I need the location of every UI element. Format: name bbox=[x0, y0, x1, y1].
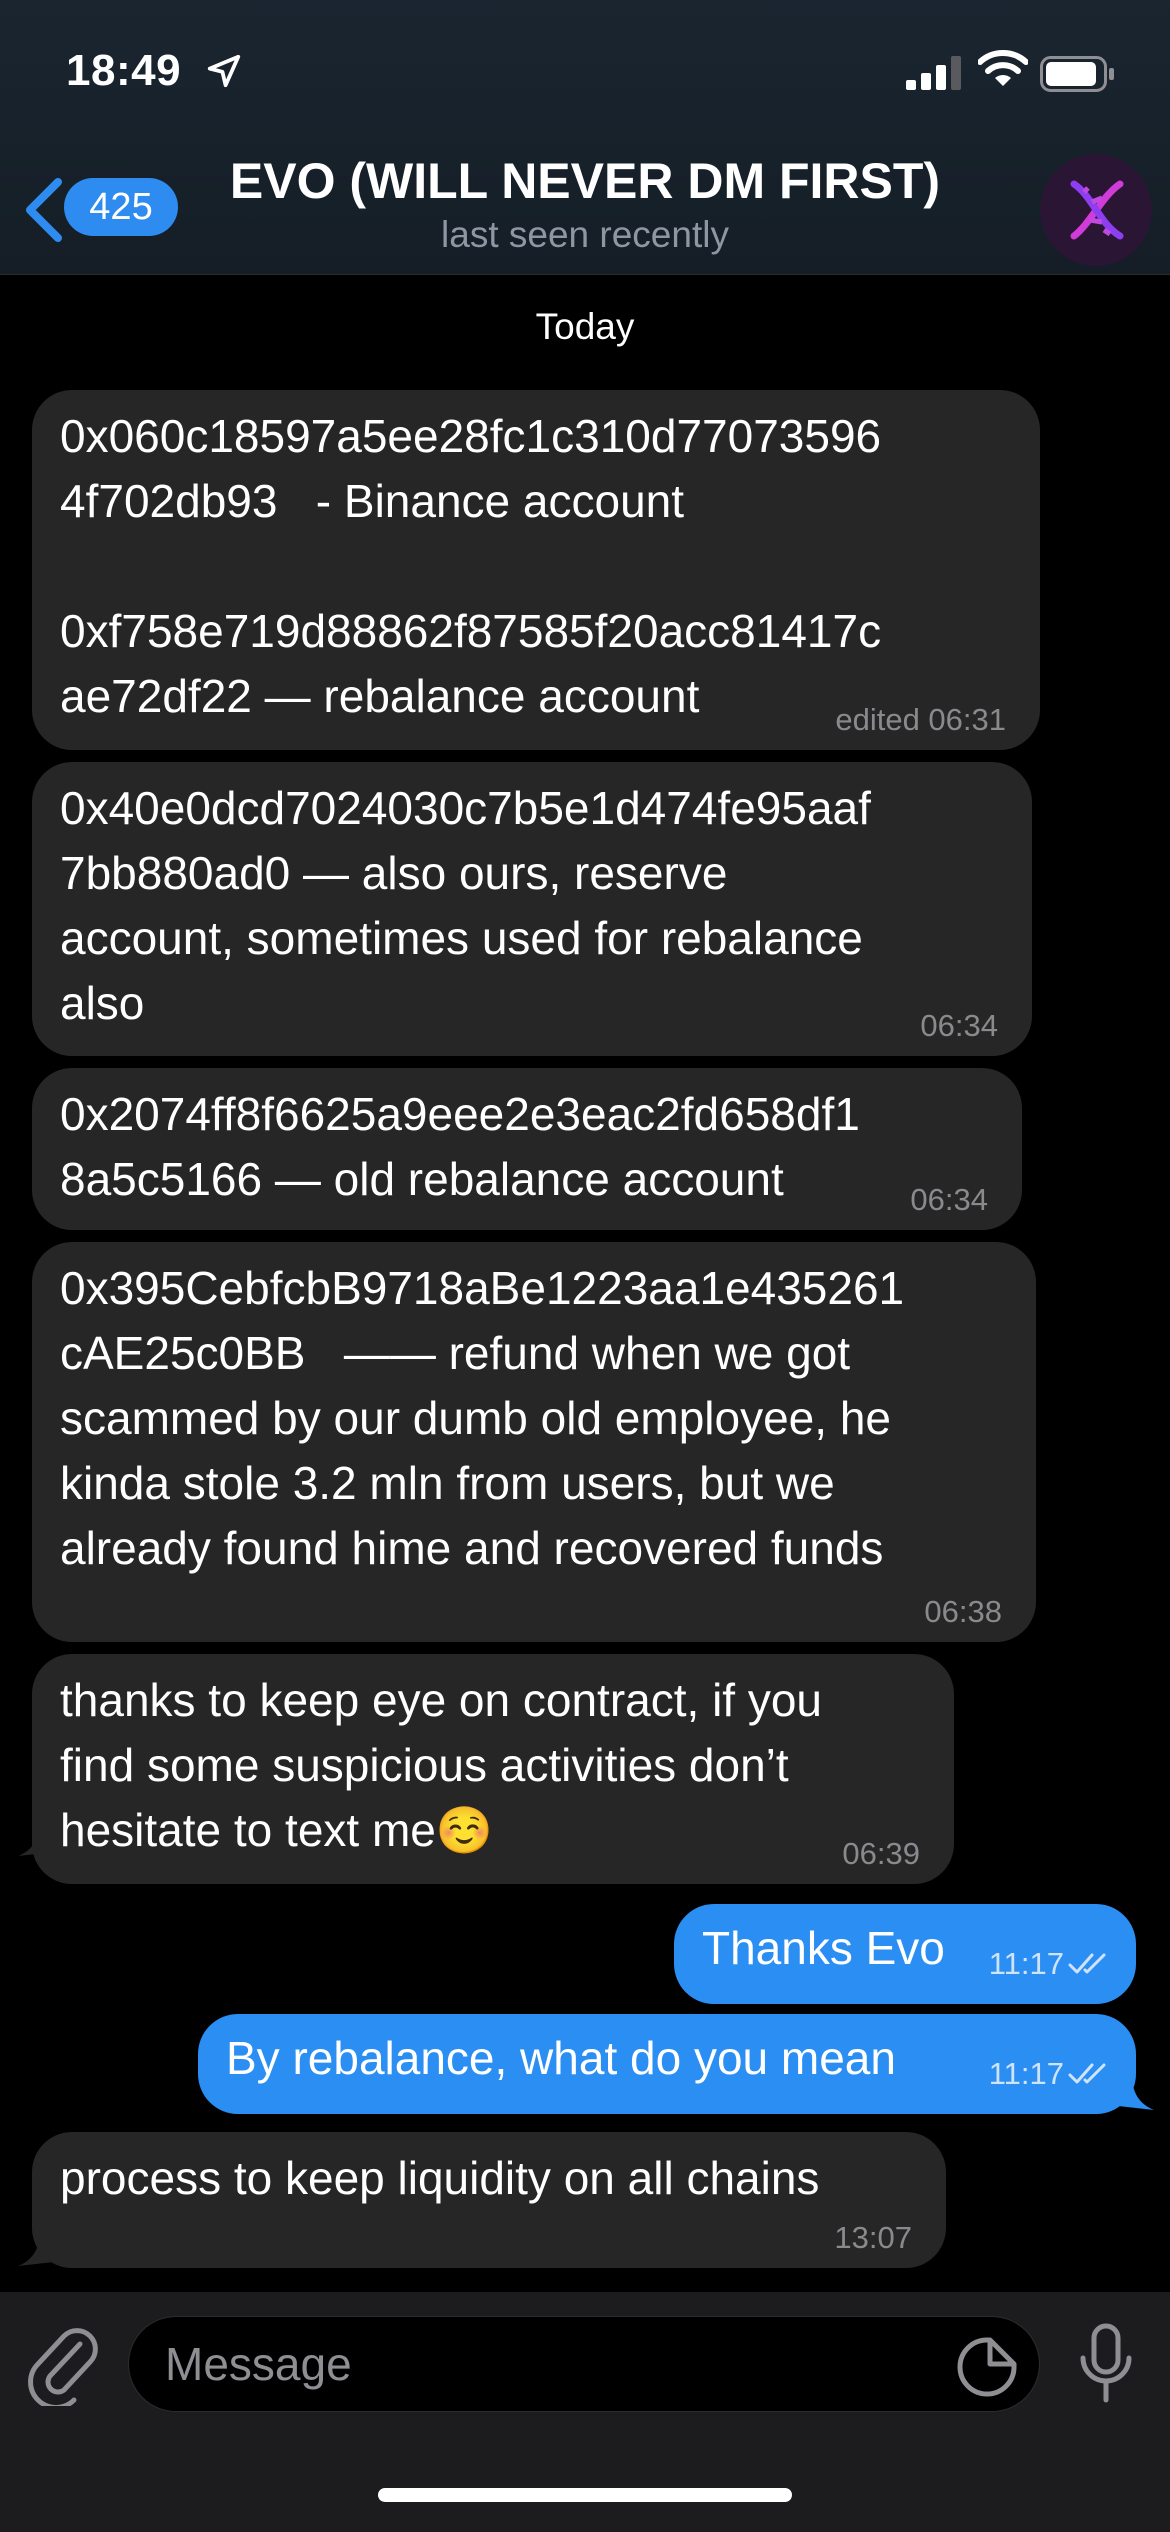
incoming-message[interactable]: thanks to keep eye on contract, if you f… bbox=[32, 1654, 954, 1884]
paperclip-icon[interactable] bbox=[28, 2322, 100, 2406]
incoming-message[interactable]: 0x060c18597a5ee28fc1c310d77073596 4f702d… bbox=[32, 390, 1040, 750]
contact-avatar[interactable] bbox=[1040, 154, 1152, 266]
incoming-message[interactable]: 0x40e0dcd7024030c7b5e1d474fe95aaf 7bb880… bbox=[32, 762, 1032, 1056]
microphone-icon[interactable] bbox=[1078, 2322, 1134, 2406]
wifi-icon bbox=[978, 50, 1028, 86]
double-check-icon bbox=[1068, 1953, 1106, 1974]
chat-title[interactable]: EVO (WILL NEVER DM FIRST) bbox=[180, 152, 990, 210]
date-separator: Today bbox=[535, 306, 635, 347]
message-text: process to keep liquidity on all chains bbox=[60, 2152, 820, 2204]
chevron-left-icon[interactable] bbox=[20, 176, 64, 244]
message-text: 0x060c18597a5ee28fc1c310d77073596 4f702d… bbox=[60, 410, 882, 722]
message-time: 06:38 bbox=[924, 1594, 1002, 1629]
outgoing-message[interactable]: By rebalance, what do you mean 11:17 bbox=[198, 2014, 1136, 2114]
message-time: edited 06:31 bbox=[835, 702, 1006, 737]
home-indicator[interactable] bbox=[378, 2488, 792, 2502]
location-arrow-icon bbox=[207, 54, 241, 88]
message-time-row: 11:17 bbox=[989, 2056, 1112, 2092]
message-input[interactable] bbox=[165, 2337, 865, 2391]
message-text: 0x40e0dcd7024030c7b5e1d474fe95aaf 7bb880… bbox=[60, 782, 871, 1029]
dna-helix-icon bbox=[1070, 180, 1124, 240]
chat-header: 18:49 425 EVO (WILL NEVER DM FIRST) last… bbox=[0, 0, 1170, 275]
message-time: 06:39 bbox=[842, 1836, 920, 1871]
message-text: Thanks Evo bbox=[702, 1922, 945, 1974]
chat-subtitle: last seen recently bbox=[441, 214, 729, 255]
sticker-icon[interactable] bbox=[956, 2336, 1018, 2398]
cellular-signal-icon bbox=[906, 56, 961, 90]
message-text: thanks to keep eye on contract, if you f… bbox=[60, 1674, 823, 1856]
message-time: 11:17 bbox=[988, 1946, 1064, 1981]
battery-icon bbox=[1040, 56, 1114, 92]
incoming-message[interactable]: 0x2074ff8f6625a9eee2e3eac2fd658df1 8a5c5… bbox=[32, 1068, 1022, 1230]
message-time: 13:07 bbox=[834, 2220, 912, 2255]
message-time: 06:34 bbox=[910, 1182, 988, 1217]
unread-count-badge[interactable]: 425 bbox=[64, 178, 178, 236]
incoming-message[interactable]: 0x395CebfcbB9718aBe1223aa1e435261 cAE25c… bbox=[32, 1242, 1036, 1642]
message-text: By rebalance, what do you mean bbox=[226, 2032, 896, 2084]
message-input-container bbox=[128, 2316, 1040, 2412]
message-time-row: 11:17 bbox=[989, 1946, 1112, 1982]
message-text: 0x395CebfcbB9718aBe1223aa1e435261 cAE25c… bbox=[60, 1262, 905, 1574]
message-time: 11:17 bbox=[988, 2056, 1064, 2091]
message-time: 06:34 bbox=[920, 1008, 998, 1043]
message-text: 0x2074ff8f6625a9eee2e3eac2fd658df1 8a5c5… bbox=[60, 1088, 860, 1205]
double-check-icon bbox=[1068, 2063, 1106, 2084]
incoming-message[interactable]: process to keep liquidity on all chains … bbox=[32, 2132, 946, 2268]
status-time: 18:49 bbox=[66, 46, 182, 95]
outgoing-message[interactable]: Thanks Evo 11:17 bbox=[674, 1904, 1136, 2004]
